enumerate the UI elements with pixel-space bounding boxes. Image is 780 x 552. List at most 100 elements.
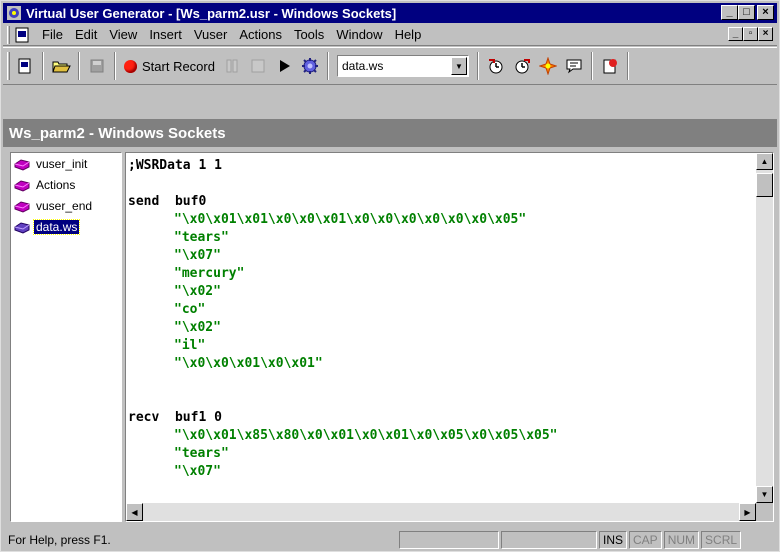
document-icon[interactable] [14, 27, 30, 43]
start-record-button[interactable]: Start Record [120, 53, 219, 79]
tree-item-vuser-end[interactable]: vuser_end [11, 195, 121, 216]
new-button[interactable] [12, 53, 38, 79]
scrollbar-corner [756, 503, 773, 521]
code-line: "mercury" [174, 266, 245, 281]
app-window: Virtual User Generator - [Ws_parm2.usr -… [0, 0, 780, 552]
pause-icon [226, 59, 238, 73]
status-bar: For Help, press F1. INS CAP NUM SCRL [3, 529, 777, 551]
menu-grip[interactable] [7, 25, 10, 44]
tree-item-label: vuser_end [36, 198, 93, 213]
open-button[interactable] [48, 53, 74, 79]
minimize-icon: _ [726, 6, 733, 18]
status-num: NUM [663, 531, 700, 549]
code-line: "tears" [174, 230, 229, 245]
code-line: ;WSRData 1 1 [128, 158, 222, 173]
save-icon [90, 59, 104, 73]
toolbar-separator [590, 52, 593, 80]
menu-view[interactable]: View [103, 27, 143, 42]
chevron-down-icon[interactable]: ▼ [450, 57, 467, 75]
open-folder-icon [52, 61, 71, 73]
insert-step-icon [603, 59, 617, 74]
code-line: "co" [174, 302, 206, 317]
script-file-select[interactable]: data.ws ▼ [336, 55, 469, 77]
new-icon [18, 58, 31, 74]
scroll-thumb[interactable] [756, 173, 773, 197]
toolbar: Start Record data.ws ▼ [3, 47, 777, 85]
status-help-text: For Help, press F1. [8, 533, 111, 547]
status-panel-empty [501, 531, 597, 549]
comment-icon [566, 59, 582, 74]
document-title-bar: Ws_parm2 - Windows Sockets [3, 119, 777, 147]
menu-file[interactable]: File [36, 27, 69, 42]
scroll-left-button[interactable]: ◀ [126, 503, 143, 521]
menu-insert[interactable]: Insert [143, 27, 188, 42]
tree-item-label: data.ws [32, 218, 81, 235]
start-transaction-button[interactable] [483, 53, 509, 79]
status-scrl: SCRL [701, 531, 742, 549]
minimize-button[interactable]: _ [721, 5, 738, 20]
transaction-start-icon [488, 59, 503, 74]
code-line: "\x02" [174, 284, 221, 299]
script-file-value: data.ws [341, 59, 384, 73]
toolbar-separator [114, 52, 116, 80]
tree-item-label: vuser_init [36, 156, 88, 171]
menu-vuser[interactable]: Vuser [188, 27, 233, 42]
transaction-end-icon [515, 59, 530, 74]
scroll-right-button[interactable]: ▶ [739, 503, 756, 521]
code-line: "\x07" [174, 248, 221, 263]
toolbar-separator [326, 52, 329, 80]
stop-button[interactable] [245, 53, 271, 79]
rendezvous-button[interactable] [535, 53, 561, 79]
mdi-close-button[interactable]: × [758, 27, 773, 41]
scroll-down-button[interactable]: ▼ [756, 486, 773, 503]
menu-actions[interactable]: Actions [233, 27, 288, 42]
document-title: Ws_parm2 - Windows Sockets [9, 124, 226, 142]
code-line: "\x07" [174, 464, 221, 479]
toolbar-separator [626, 52, 629, 80]
comment-button[interactable] [561, 53, 587, 79]
window-title: Virtual User Generator - [Ws_parm2.usr -… [26, 5, 397, 21]
title-bar[interactable]: Virtual User Generator - [Ws_parm2.usr -… [3, 3, 777, 23]
end-transaction-button[interactable] [509, 53, 535, 79]
play-icon [279, 60, 290, 72]
menu-tools[interactable]: Tools [288, 27, 330, 42]
insert-step-button[interactable] [597, 53, 623, 79]
status-ins: INS [599, 531, 628, 549]
toolbar-separator [42, 52, 44, 80]
menu-help[interactable]: Help [389, 27, 428, 42]
tree-item-vuser-init[interactable]: vuser_init [11, 153, 121, 174]
mdi-restore-button[interactable]: ▫ [743, 27, 758, 41]
toolbar-grip[interactable] [7, 52, 10, 80]
code-line: send buf0 [128, 194, 207, 209]
action-icon [14, 200, 30, 213]
code-editor[interactable]: ;WSRData 1 1 send buf0 "\x0\x01\x01\x0\x0\… [125, 152, 774, 522]
scroll-up-button[interactable]: ▲ [756, 153, 773, 170]
code-line: "\x0\x01\x85\x80\x0\x01\x0\x01\x0\x05\x0… [174, 428, 558, 443]
tree-item-data-ws[interactable]: data.ws [11, 216, 121, 237]
code-area[interactable]: ;WSRData 1 1 send buf0 "\x0\x01\x01\x0\x0\… [128, 157, 756, 497]
tree-item-actions[interactable]: Actions [11, 174, 121, 195]
code-line: "il" [174, 338, 206, 353]
horizontal-scrollbar[interactable]: ◀ ▶ [126, 503, 756, 521]
compile-button[interactable] [297, 53, 323, 79]
pause-button[interactable] [219, 53, 245, 79]
vertical-scrollbar[interactable]: ▲ ▼ [756, 153, 773, 503]
status-panel-empty [399, 531, 499, 549]
code-line: recv buf1 0 [128, 410, 222, 425]
save-button[interactable] [84, 53, 110, 79]
menu-window[interactable]: Window [330, 27, 388, 42]
close-button[interactable]: × [757, 5, 774, 20]
mdi-minimize-button[interactable]: _ [728, 27, 743, 41]
maximize-icon: □ [743, 6, 750, 18]
menu-edit[interactable]: Edit [69, 27, 103, 42]
code-line: "\x0\x01\x01\x0\x0\x01\x0\x0\x0\x0\x0\x0… [174, 212, 527, 227]
script-tree: vuser_init Actions vuser_end data.ws [10, 152, 122, 522]
window-controls: _ □ × [721, 5, 774, 20]
run-button[interactable] [271, 53, 297, 79]
mdi-controls: _ ▫ × [728, 27, 773, 41]
code-line: "\x0\x0\x01\x0\x01" [174, 356, 323, 371]
maximize-button[interactable]: □ [738, 5, 755, 20]
